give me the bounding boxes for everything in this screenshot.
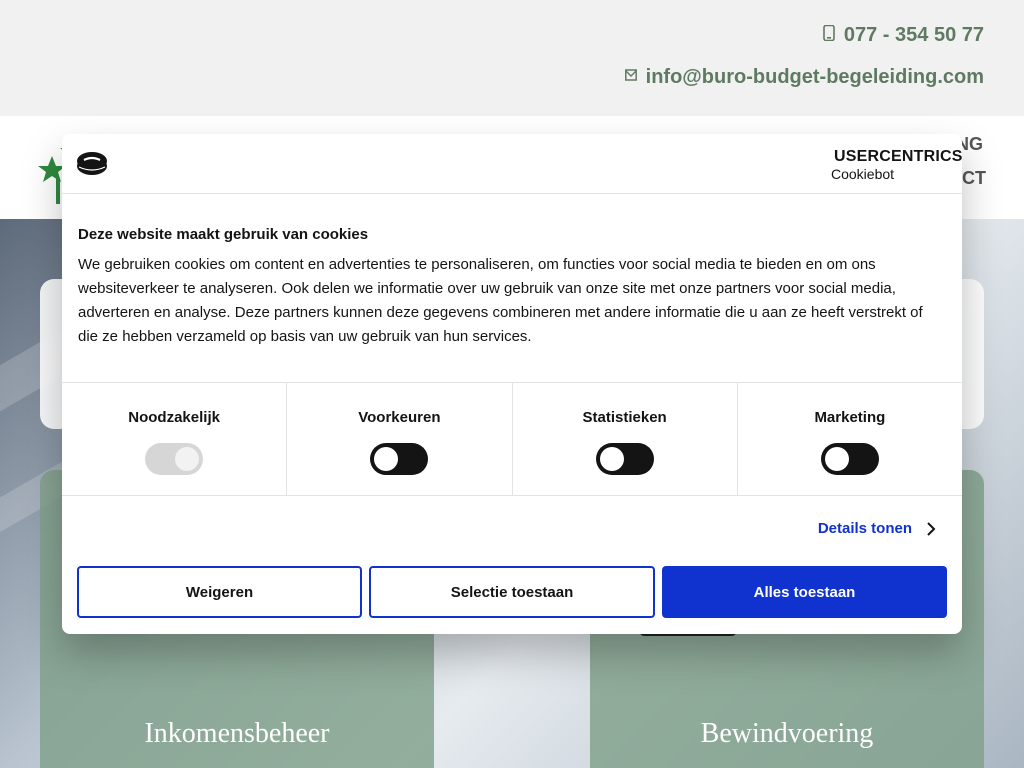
allow-selection-button[interactable]: Selectie toestaan: [369, 566, 655, 618]
category-preferences: Voorkeuren: [287, 383, 513, 495]
dialog-header: USERCENTRICS Cookiebot: [62, 134, 962, 194]
category-necessary: Noodzakelijk: [62, 383, 288, 495]
category-marketing: Marketing: [738, 383, 962, 495]
category-label: Voorkeuren: [358, 409, 441, 426]
toggle-marketing[interactable]: [820, 443, 879, 475]
details-label: Details tonen: [817, 520, 912, 537]
brand-name: USERCENTRICS: [834, 148, 962, 165]
allow-all-button[interactable]: Alles toestaan: [662, 566, 947, 618]
category-statistics: Statistieken: [513, 383, 738, 495]
toggle-necessary: [145, 443, 204, 475]
usercentrics-brand[interactable]: USERCENTRICS Cookiebot: [831, 148, 962, 182]
cookie-icon: [76, 151, 108, 177]
dialog-description: We gebruiken cookies om content en adver…: [78, 256, 923, 345]
cookie-category-toggles: Noodzakelijk Voorkeuren Statistieken Mar…: [62, 382, 962, 496]
chevron-right-icon: [927, 521, 936, 536]
toggle-preferences[interactable]: [370, 443, 429, 475]
category-label: Noodzakelijk: [128, 409, 220, 426]
dialog-body: Deze website maakt gebruik van cookies W…: [78, 226, 946, 349]
dialog-title: Deze website maakt gebruik van cookies: [78, 226, 369, 243]
category-label: Marketing: [814, 409, 886, 426]
toggle-statistics[interactable]: [595, 443, 654, 475]
category-label: Statistieken: [582, 409, 667, 426]
reject-button[interactable]: Weigeren: [77, 566, 362, 618]
brand-product: Cookiebot: [831, 166, 895, 182]
details-link[interactable]: Details tonen: [818, 520, 936, 537]
cookie-consent-dialog: USERCENTRICS Cookiebot Deze website maak…: [62, 134, 962, 634]
